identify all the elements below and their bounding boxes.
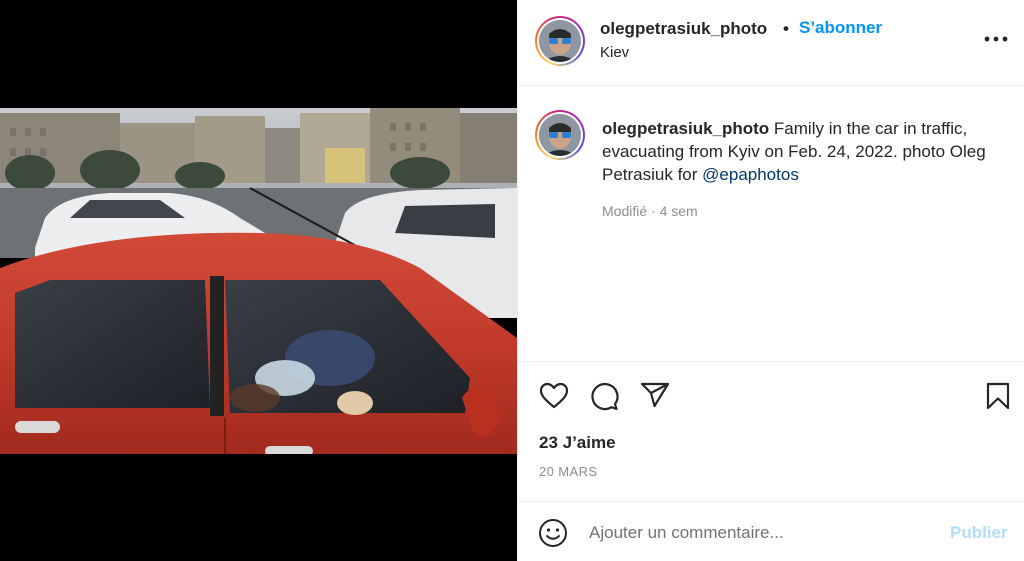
username-link[interactable]: olegpetrasiuk_photo [600, 19, 767, 39]
post-photo[interactable] [0, 108, 517, 454]
likes-count[interactable]: 23 J’aime [539, 433, 616, 453]
heart-icon[interactable] [538, 380, 570, 412]
mention-link[interactable]: @epaphotos [702, 165, 799, 184]
avatar-photo [539, 114, 581, 156]
smiley-icon[interactable] [538, 518, 568, 548]
comment-input[interactable] [589, 520, 929, 546]
publish-button[interactable]: Publier [950, 523, 1008, 543]
more-horizontal-icon[interactable] [981, 27, 1011, 51]
post-details-panel: olegpetrasiuk_photo • S’abonner Kiev ole… [517, 0, 1024, 561]
caption-username-link[interactable]: olegpetrasiuk_photo [602, 119, 769, 138]
post-date[interactable]: 20 MARS [539, 464, 597, 479]
post-header: olegpetrasiuk_photo • S’abonner Kiev [518, 0, 1024, 86]
comment-bar: Publier [518, 501, 1024, 561]
comment-icon[interactable] [588, 380, 620, 412]
separator-dot: • [783, 19, 789, 38]
photo-car-in-traffic [0, 108, 517, 454]
caption-avatar[interactable] [535, 110, 585, 160]
avatar-photo [539, 20, 581, 62]
follow-button[interactable]: S’abonner [799, 18, 882, 38]
post-actions: 23 J’aime 20 MARS [518, 361, 1024, 501]
post-media[interactable] [0, 0, 517, 561]
edited-timestamp: Modifié · 4 sem [602, 203, 698, 219]
paper-plane-icon[interactable] [639, 380, 671, 412]
post-caption: olegpetrasiuk_photo Family in the car in… [602, 117, 1012, 186]
bookmark-icon[interactable] [982, 380, 1014, 412]
avatar[interactable] [535, 16, 585, 66]
location-link[interactable]: Kiev [600, 44, 629, 61]
